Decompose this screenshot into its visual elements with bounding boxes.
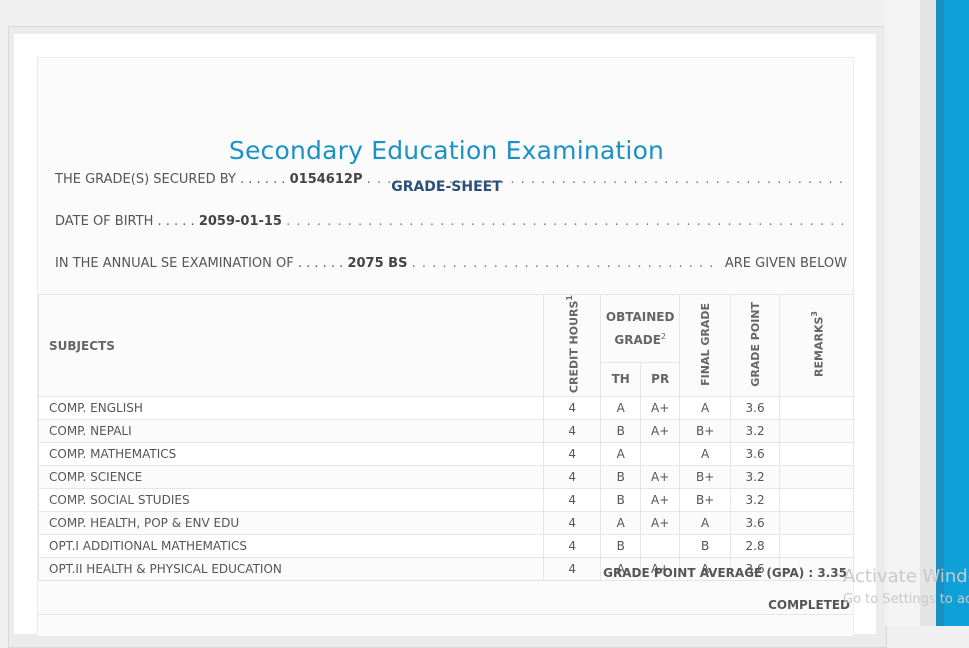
header-obtained-grade: OBTAINED GRADE2 [600,294,681,363]
header-grade-point: GRADE POINT [730,293,781,398]
remarks-cell [779,442,854,467]
table-row: COMP. SCIENCE 4 B A+ B+ 3.2 [37,465,854,490]
remarks-cell [779,419,854,444]
grade-sheet: Secondary Education Examination GRADE-SH… [37,57,854,637]
pr-grade-cell [640,442,681,467]
th-grade-cell: B [600,488,642,513]
pr-grade-cell: A+ [640,488,681,513]
subject-cell: COMP. SCIENCE [37,465,545,490]
pr-grade-cell: A+ [640,465,681,490]
given-below-text: ARE GIVEN BELOW [720,256,847,271]
subject-cell: COMP. SOCIAL STUDIES [37,488,545,513]
pr-grade-cell [640,534,681,559]
grade-point-cell: 3.2 [730,419,781,444]
credit-cell: 4 [543,488,602,513]
gpa-value: 3.35 [817,566,847,580]
completion-status: COMPLETED [768,598,850,612]
credit-cell: 4 [543,511,602,536]
dob-value: 2059-01-15 [198,214,282,229]
dob-label: DATE OF BIRTH . . . . . [55,214,195,229]
side-accent-edge [944,0,969,626]
subject-cell: OPT.II HEALTH & PHYSICAL EDUCATION [37,557,545,582]
th-grade-cell: B [600,465,642,490]
obtained-footnote-mark: 2 [660,332,666,342]
remarks-cell [779,534,854,559]
header-theory: TH [600,361,642,398]
dot-leader: . . . . . . . . . . . . . . . . . . . . … [286,214,847,229]
credit-cell: 4 [543,534,602,559]
th-grade-cell: A [600,511,642,536]
exam-year: 2075 BS [347,256,408,271]
exam-line: IN THE ANNUAL SE EXAMINATION OF . . . . … [55,256,847,271]
table-row: COMP. HEALTH, POP & ENV EDU 4 A A+ A 3.6 [37,511,854,536]
table-row: COMP. SOCIAL STUDIES 4 B A+ B+ 3.2 [37,488,854,513]
credit-cell: 4 [543,396,602,421]
header-final-grade: FINAL GRADE [679,293,732,398]
subject-cell: COMP. ENGLISH [37,396,545,421]
pr-grade-cell: A+ [640,396,681,421]
header-credit-hours: CREDIT HOURS1 [543,293,602,398]
dot-leader: . . . . . . . . . . . . . . . . . . . . … [366,172,847,187]
grade-point-cell: 3.2 [730,488,781,513]
right-gutter [885,0,920,626]
grade-point-cell: 3.6 [730,442,781,467]
symbol-number: 0154612P [289,172,363,187]
scrollbar-track[interactable] [920,0,936,626]
pr-grade-cell: A+ [640,419,681,444]
remarks-cell [779,511,854,536]
divider [38,614,854,615]
table-row: OPT.I ADDITIONAL MATHEMATICS 4 B B 2.8 [37,534,854,559]
remarks-cell [779,396,854,421]
remarks-cell [779,488,854,513]
th-grade-cell: A [600,396,642,421]
secured-by-line: THE GRADE(S) SECURED BY . . . . . . 0154… [55,172,847,187]
final-grade-cell: A [679,511,732,536]
remarks-footnote-mark: 3 [809,311,819,317]
subject-cell: COMP. NEPALI [37,419,545,444]
credit-footnote-mark: 1 [565,295,575,301]
final-grade-cell: B+ [679,488,732,513]
exam-title: Secondary Education Examination [228,136,665,165]
grade-point-cell: 3.6 [730,396,781,421]
credit-cell: 4 [543,442,602,467]
table-row: COMP. MATHEMATICS 4 A A 3.6 [37,442,854,467]
th-grade-cell: B [600,534,642,559]
header-subjects: SUBJECTS [37,293,545,398]
grade-point-cell: 3.2 [730,465,781,490]
exam-label: IN THE ANNUAL SE EXAMINATION OF . . . . … [55,256,344,271]
credit-cell: 4 [543,557,602,582]
subject-cell: COMP. MATHEMATICS [37,442,545,467]
secured-by-label: THE GRADE(S) SECURED BY . . . . . . [55,172,286,187]
subject-cell: OPT.I ADDITIONAL MATHEMATICS [37,534,545,559]
final-grade-cell: B+ [679,419,732,444]
final-grade-cell: A [679,396,732,421]
remarks-cell [779,465,854,490]
credit-cell: 4 [543,465,602,490]
dob-line: DATE OF BIRTH . . . . . 2059-01-15 . . .… [55,214,847,229]
gpa-summary: GRADE POINT AVERAGE (GPA) : 3.35 [603,566,847,580]
header-remarks: REMARKS3 [779,293,854,398]
grade-point-cell: 2.8 [730,534,781,559]
th-grade-cell: B [600,419,642,444]
final-grade-cell: A [679,442,732,467]
final-grade-cell: B [679,534,732,559]
th-grade-cell: A [600,442,642,467]
pr-grade-cell: A+ [640,511,681,536]
table-row: COMP. NEPALI 4 B A+ B+ 3.2 [37,419,854,444]
final-grade-cell: B+ [679,465,732,490]
gpa-label: GRADE POINT AVERAGE (GPA) : [603,566,814,580]
grades-table: SUBJECTS CREDIT HOURS1 OBTAINED GRADE2 F… [37,293,854,582]
subject-cell: COMP. HEALTH, POP & ENV EDU [37,511,545,536]
credit-cell: 4 [543,419,602,444]
grade-point-cell: 3.6 [730,511,781,536]
table-row: COMP. ENGLISH 4 A A+ A 3.6 [37,396,854,421]
header-practical: PR [640,361,681,398]
